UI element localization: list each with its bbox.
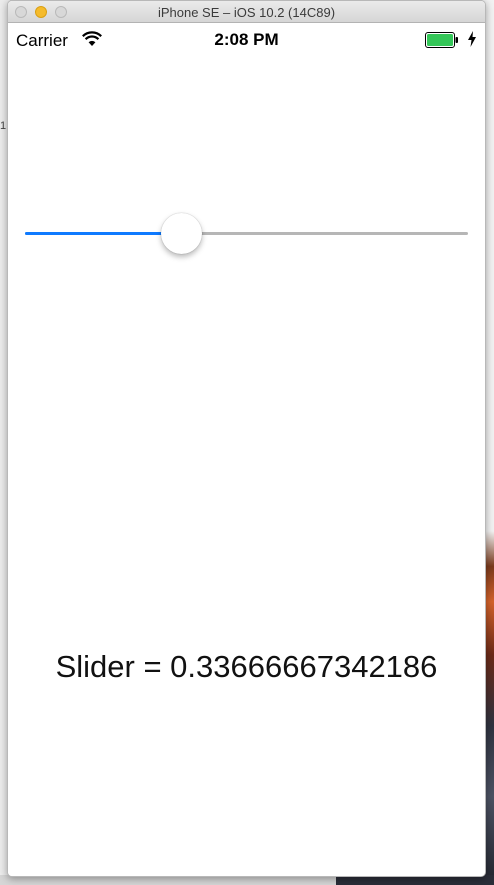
battery-icon <box>425 32 458 48</box>
window-titlebar[interactable]: iPhone SE – iOS 10.2 (14C89) <box>8 1 485 23</box>
window-title: iPhone SE – iOS 10.2 (14C89) <box>157 5 336 20</box>
slider-fill <box>25 232 181 235</box>
status-time: 2:08 PM <box>214 30 279 49</box>
value-slider[interactable] <box>25 213 468 254</box>
charging-icon <box>468 31 476 47</box>
slider-thumb[interactable] <box>160 213 202 254</box>
simulator-window: iPhone SE – iOS 10.2 (14C89) Carrier 2:0… <box>7 0 486 877</box>
ios-status-bar: Carrier 2:08 PM <box>8 23 485 57</box>
app-screen: Slider = 0.33666667342186 <box>8 57 485 876</box>
slider-value-label: Slider = 0.33666667342186 <box>55 649 438 684</box>
